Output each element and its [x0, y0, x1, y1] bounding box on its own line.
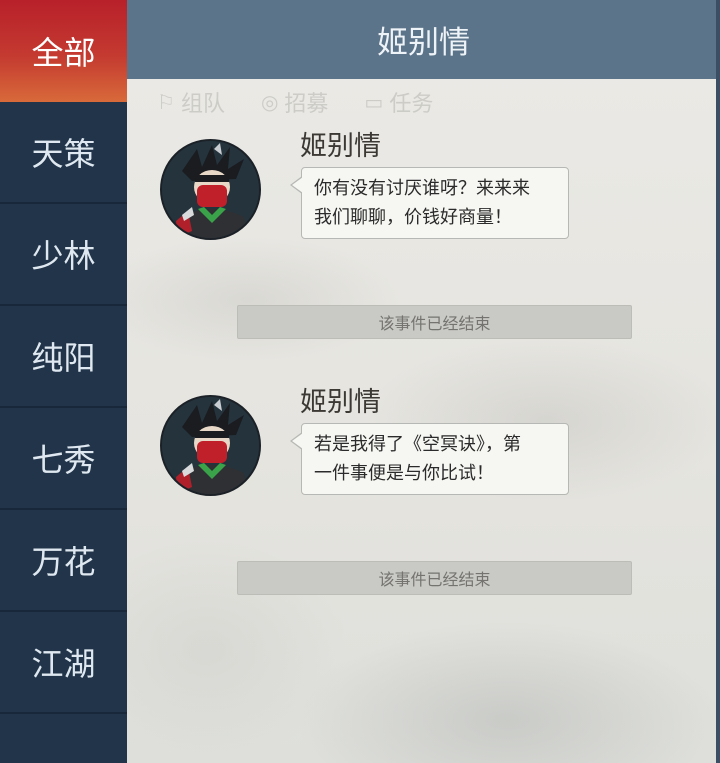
event-ended-bar: 该事件已经结束 — [237, 561, 632, 595]
speaker-name: 姬别情 — [300, 387, 381, 418]
sect-sidebar: 全部 天策 少林 纯阳 七秀 万花 江湖 — [0, 0, 127, 763]
sidebar-item-jianghu[interactable]: 江湖 — [0, 612, 127, 714]
background-tab-ghosts: ⚐ 组队 ◎ 招募 ▭ 任务 — [157, 86, 433, 118]
event-status-text: 该事件已经结束 — [378, 314, 491, 333]
ghost-tab-recruit: ◎ 招募 — [261, 86, 328, 118]
flag-icon: ⚐ — [157, 90, 175, 114]
masked-swordsman-portrait — [162, 141, 259, 238]
sidebar-item-chunyang[interactable]: 纯阳 — [0, 306, 127, 408]
message-line: 若是我得了《空冥诀》，第 — [314, 434, 521, 455]
bubble-tail — [290, 432, 303, 450]
ghost-tab-label: 组队 — [180, 92, 225, 117]
chat-panel: ⚐ 组队 ◎ 招募 ▭ 任务 姬别情 姬别情 你有没有讨厌谁呀？来来来 我们聊聊… — [127, 0, 720, 763]
message-line: 我们聊聊，价钱好商量！ — [314, 207, 512, 228]
scroll-icon: ▭ — [364, 90, 384, 114]
message-line: 一件事便是与你比试！ — [314, 463, 494, 484]
ghost-tab-quest: ▭ 任务 — [364, 86, 433, 118]
ghost-tab-label: 招募 — [284, 92, 329, 117]
event-ended-bar: 该事件已经结束 — [237, 305, 632, 339]
chat-header: 姬别情 — [127, 0, 720, 79]
event-status-text: 该事件已经结束 — [378, 570, 491, 589]
speech-bubble: 若是我得了《空冥诀》，第 一件事便是与你比试！ — [290, 423, 569, 495]
sidebar-item-all[interactable]: 全部 — [0, 0, 127, 102]
sidebar-item-tiance[interactable]: 天策 — [0, 102, 127, 204]
panel-edge — [716, 0, 720, 763]
ghost-tab-label: 任务 — [389, 92, 434, 117]
message-line: 你有没有讨厌谁呀？来来来 — [314, 178, 530, 199]
speech-bubble: 你有没有讨厌谁呀？来来来 我们聊聊，价钱好商量！ — [290, 167, 569, 239]
npc-avatar[interactable] — [160, 139, 261, 240]
bubble-tail — [290, 176, 303, 194]
sidebar-item-shaolin[interactable]: 少林 — [0, 204, 127, 306]
npc-avatar[interactable] — [160, 395, 261, 496]
ghost-tab-team: ⚐ 组队 — [157, 86, 225, 118]
page-title: 姬别情 — [377, 25, 470, 61]
masked-swordsman-portrait — [162, 397, 259, 494]
target-icon: ◎ — [260, 90, 279, 114]
sidebar-item-qixiu[interactable]: 七秀 — [0, 408, 127, 510]
speaker-name: 姬别情 — [300, 131, 381, 162]
sidebar-item-wanhua[interactable]: 万花 — [0, 510, 127, 612]
